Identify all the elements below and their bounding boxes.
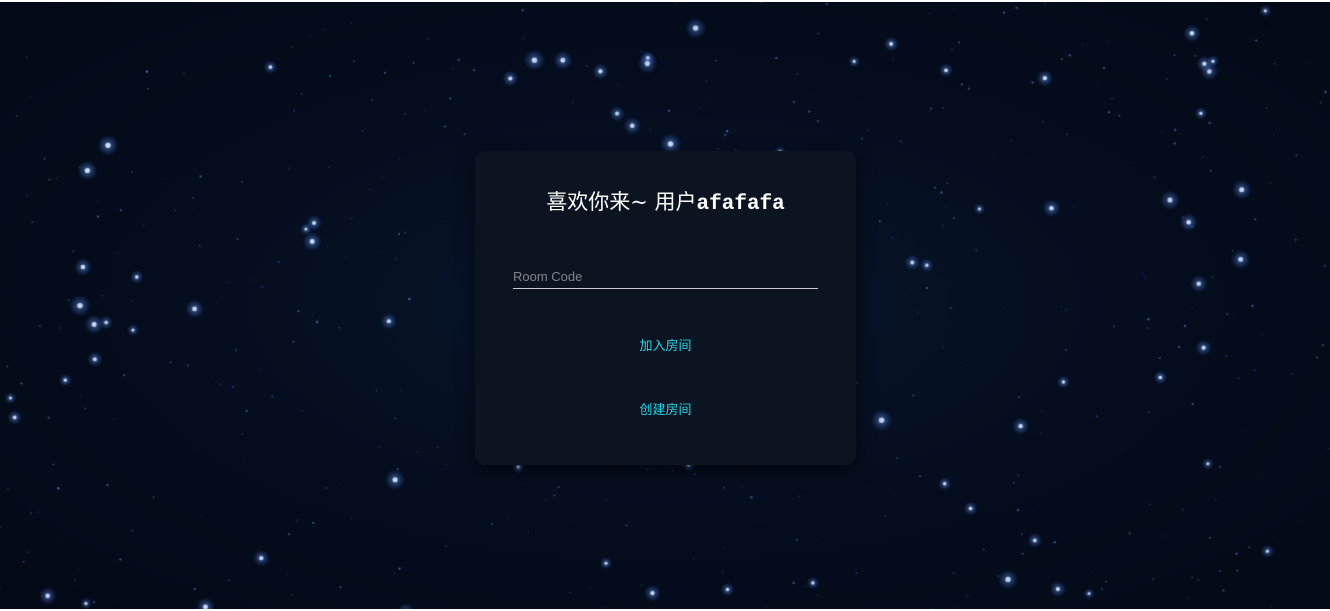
room-card: 喜欢你来~ 用户afafafa 加入房间 创建房间 (475, 151, 856, 465)
welcome-title: 喜欢你来~ 用户afafafa (475, 187, 856, 220)
page-background: 喜欢你来~ 用户afafafa 加入房间 创建房间 (0, 0, 1330, 611)
create-room-button[interactable]: 创建房间 (615, 394, 716, 422)
room-code-field[interactable] (513, 265, 818, 289)
room-code-input[interactable] (513, 265, 818, 287)
welcome-greeting: 喜欢你来~ 用户 (546, 190, 697, 214)
join-room-button[interactable]: 加入房间 (615, 330, 716, 358)
welcome-username: afafafa (696, 193, 785, 216)
